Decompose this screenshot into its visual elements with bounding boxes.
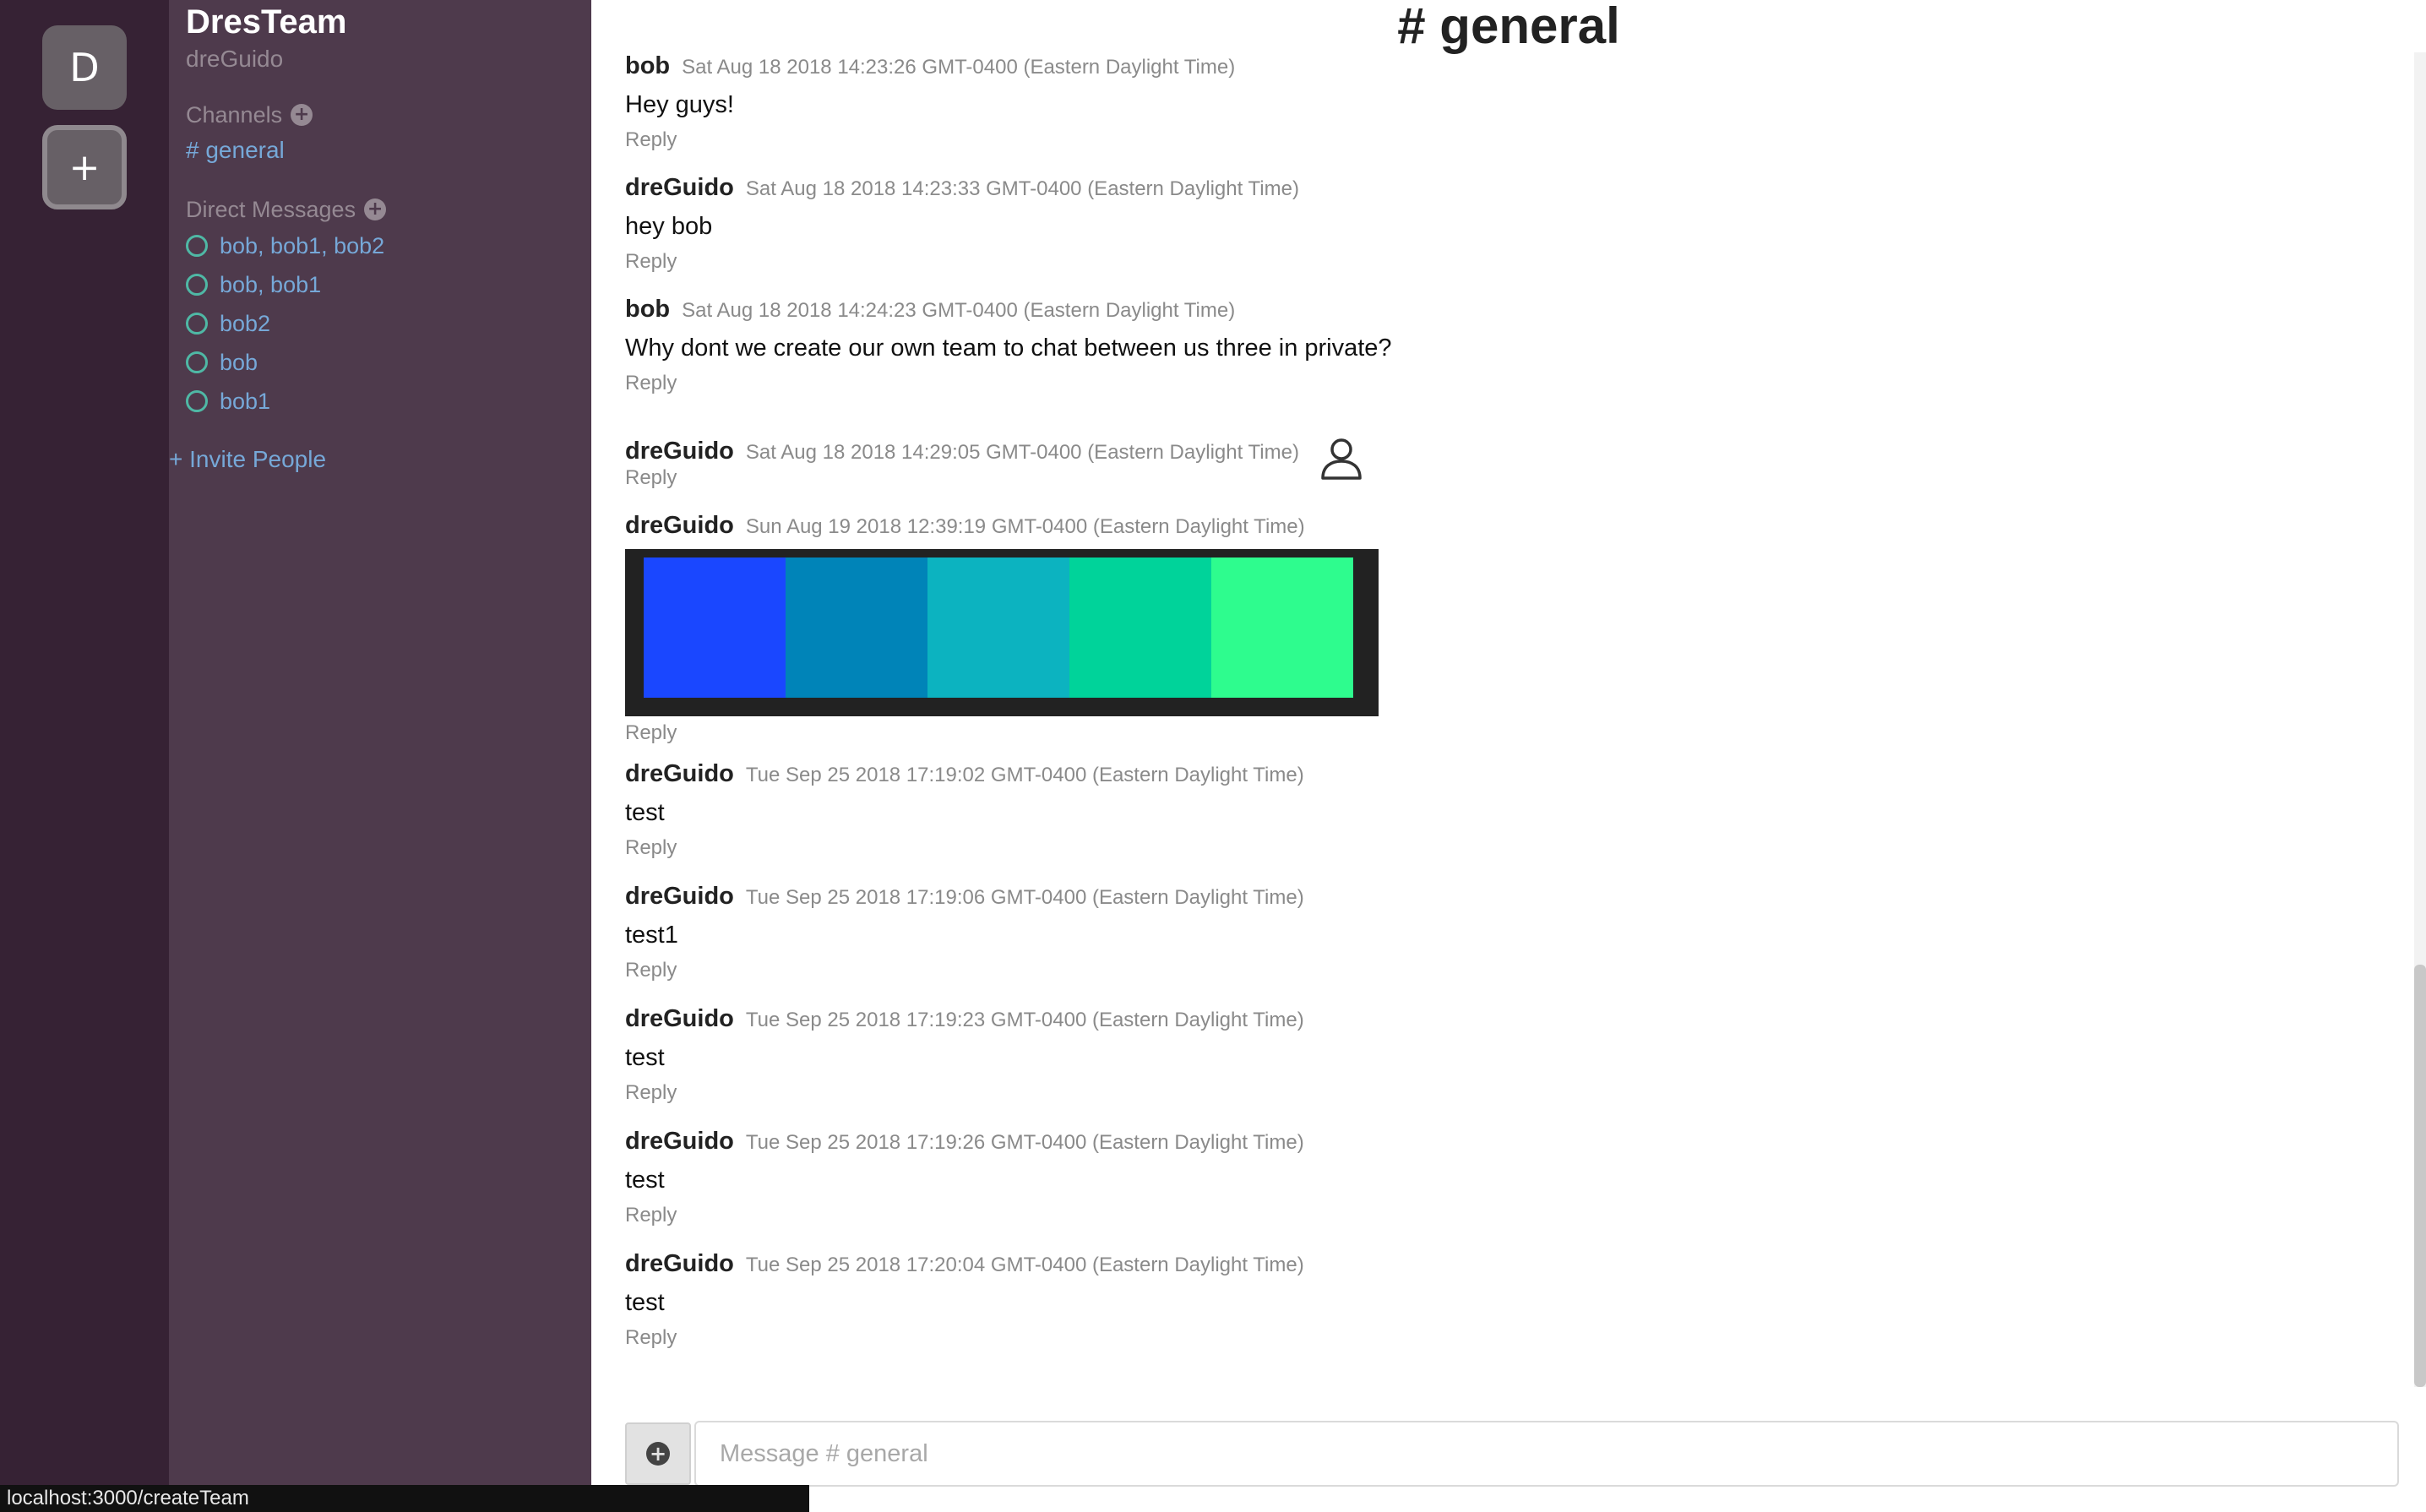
message-timestamp: Sat Aug 18 2018 14:29:05 GMT-0400 (Easte… [745, 441, 1299, 464]
image-swatch [786, 557, 927, 698]
reply-link[interactable]: Reply [625, 1076, 2314, 1110]
reply-link[interactable]: Reply [625, 1199, 2314, 1232]
message: dreGuido Tue Sep 25 2018 17:20:04 GMT-040… [625, 1250, 2314, 1355]
message-timestamp: Tue Sep 25 2018 17:19:02 GMT-0400 (Easte… [745, 764, 1304, 786]
sidebar: DresTeam dreGuido Channels + # general D… [169, 0, 591, 1512]
plus-circle-icon: + [646, 1442, 670, 1466]
message-text: test1 [625, 922, 678, 949]
message-author: bob [625, 52, 671, 79]
dm-item[interactable]: bob1 [186, 382, 384, 421]
reply-link[interactable]: Reply [625, 123, 2314, 157]
message-timestamp: Tue Sep 25 2018 17:19:23 GMT-0400 (Easte… [745, 1009, 1304, 1031]
dm-label: bob1 [220, 388, 271, 414]
reply-link[interactable]: Reply [625, 245, 2314, 279]
direct-messages-heading: Direct Messages + [186, 193, 387, 226]
dm-item[interactable]: bob, bob1, bob2 [186, 226, 384, 265]
message: dreGuido Sun Aug 19 2018 12:39:19 GMT-040… [625, 512, 2314, 750]
team-bar: D + [0, 0, 169, 1512]
image-swatch [1069, 557, 1211, 698]
invite-people-link[interactable]: + Invite People [169, 443, 326, 476]
message-text: test [625, 1167, 665, 1194]
dm-item[interactable]: bob, bob1 [186, 265, 384, 304]
dm-label: bob2 [220, 310, 271, 336]
message: dreGuido Tue Sep 25 2018 17:19:06 GMT-040… [625, 883, 2314, 987]
message: bob Sat Aug 18 2018 14:24:23 GMT-0400 (Ea… [625, 296, 2314, 400]
direct-messages-heading-label: Direct Messages [186, 197, 356, 222]
presence-icon [186, 390, 208, 412]
team-button[interactable]: D [42, 25, 127, 110]
user-icon[interactable] [1318, 434, 1365, 481]
message-input[interactable] [694, 1421, 2399, 1487]
message-author: dreGuido [625, 760, 734, 787]
message: dreGuido Sat Aug 18 2018 14:29:05 GMT-040… [625, 438, 2314, 495]
dm-item[interactable]: bob2 [186, 304, 384, 343]
image-swatch [927, 557, 1069, 698]
presence-icon [186, 274, 208, 296]
message-author: dreGuido [625, 1250, 734, 1277]
message-author: bob [625, 296, 671, 323]
presence-icon [186, 235, 208, 257]
reply-link[interactable]: Reply [625, 831, 2314, 865]
add-direct-message-icon[interactable]: + [364, 199, 387, 220]
username: dreGuido [186, 46, 284, 72]
message-text: test [625, 1289, 665, 1316]
scrollbar[interactable] [2414, 52, 2426, 1387]
message-author: dreGuido [625, 512, 734, 539]
reply-link[interactable]: Reply [625, 461, 2314, 495]
reply-link[interactable]: Reply [625, 716, 2314, 750]
dm-label: bob [220, 349, 258, 375]
team-name: DresTeam [186, 3, 347, 41]
image-swatch [644, 557, 786, 698]
add-team-button[interactable]: + [42, 125, 127, 209]
message-author: dreGuido [625, 883, 734, 910]
message-composer: + [625, 1421, 2399, 1487]
attach-file-button[interactable]: + [625, 1422, 691, 1485]
presence-icon [186, 351, 208, 373]
reply-link[interactable]: Reply [625, 954, 2314, 987]
message-text: hey bob [625, 213, 713, 240]
message-timestamp: Sat Aug 18 2018 14:24:23 GMT-0400 (Easte… [682, 299, 1236, 322]
main-panel: # general bob Sat Aug 18 2018 14:23:26 GM… [591, 0, 2426, 1512]
status-url-bar: localhost:3000/createTeam [0, 1485, 809, 1512]
add-channel-icon[interactable]: + [291, 104, 313, 126]
message-timestamp: Sun Aug 19 2018 12:39:19 GMT-0400 (Easte… [745, 515, 1305, 538]
message: dreGuido Sat Aug 18 2018 14:23:33 GMT-040… [625, 174, 2314, 279]
message: dreGuido Tue Sep 25 2018 17:19:02 GMT-040… [625, 760, 2314, 865]
channel-item-general[interactable]: # general [186, 133, 285, 167]
image-attachment[interactable] [625, 549, 1379, 716]
channels-heading-label: Channels [186, 102, 283, 128]
message-text: Why dont we create our own team to chat … [625, 334, 1392, 362]
message-timestamp: Tue Sep 25 2018 17:19:26 GMT-0400 (Easte… [745, 1131, 1304, 1154]
message-author: dreGuido [625, 174, 734, 201]
message: bob Sat Aug 18 2018 14:23:26 GMT-0400 (Ea… [625, 52, 2314, 157]
message-timestamp: Tue Sep 25 2018 17:19:06 GMT-0400 (Easte… [745, 886, 1304, 909]
message-list: bob Sat Aug 18 2018 14:23:26 GMT-0400 (Ea… [625, 0, 2391, 1368]
dm-label: bob, bob1 [220, 271, 322, 297]
message-author: dreGuido [625, 1005, 734, 1032]
message-timestamp: Sat Aug 18 2018 14:23:26 GMT-0400 (Easte… [682, 56, 1236, 79]
reply-link[interactable]: Reply [625, 1321, 2314, 1355]
dm-item[interactable]: bob [186, 343, 384, 382]
presence-icon [186, 313, 208, 334]
message-text: test [625, 1044, 665, 1071]
message-text: Hey guys! [625, 91, 734, 118]
reply-link[interactable]: Reply [625, 367, 2314, 400]
message-timestamp: Tue Sep 25 2018 17:20:04 GMT-0400 (Easte… [745, 1254, 1304, 1276]
message: dreGuido Tue Sep 25 2018 17:19:26 GMT-040… [625, 1128, 2314, 1232]
direct-message-list: bob, bob1, bob2 bob, bob1 bob2 bob bob1 [186, 226, 384, 421]
message-author: dreGuido [625, 1128, 734, 1155]
message-text: test [625, 799, 665, 826]
message-timestamp: Sat Aug 18 2018 14:23:33 GMT-0400 (Easte… [745, 177, 1299, 200]
dm-label: bob, bob1, bob2 [220, 232, 385, 258]
image-swatch [1211, 557, 1353, 698]
scrollbar-thumb[interactable] [2414, 965, 2426, 1387]
channels-heading: Channels + [186, 98, 313, 132]
message: dreGuido Tue Sep 25 2018 17:19:23 GMT-040… [625, 1005, 2314, 1110]
